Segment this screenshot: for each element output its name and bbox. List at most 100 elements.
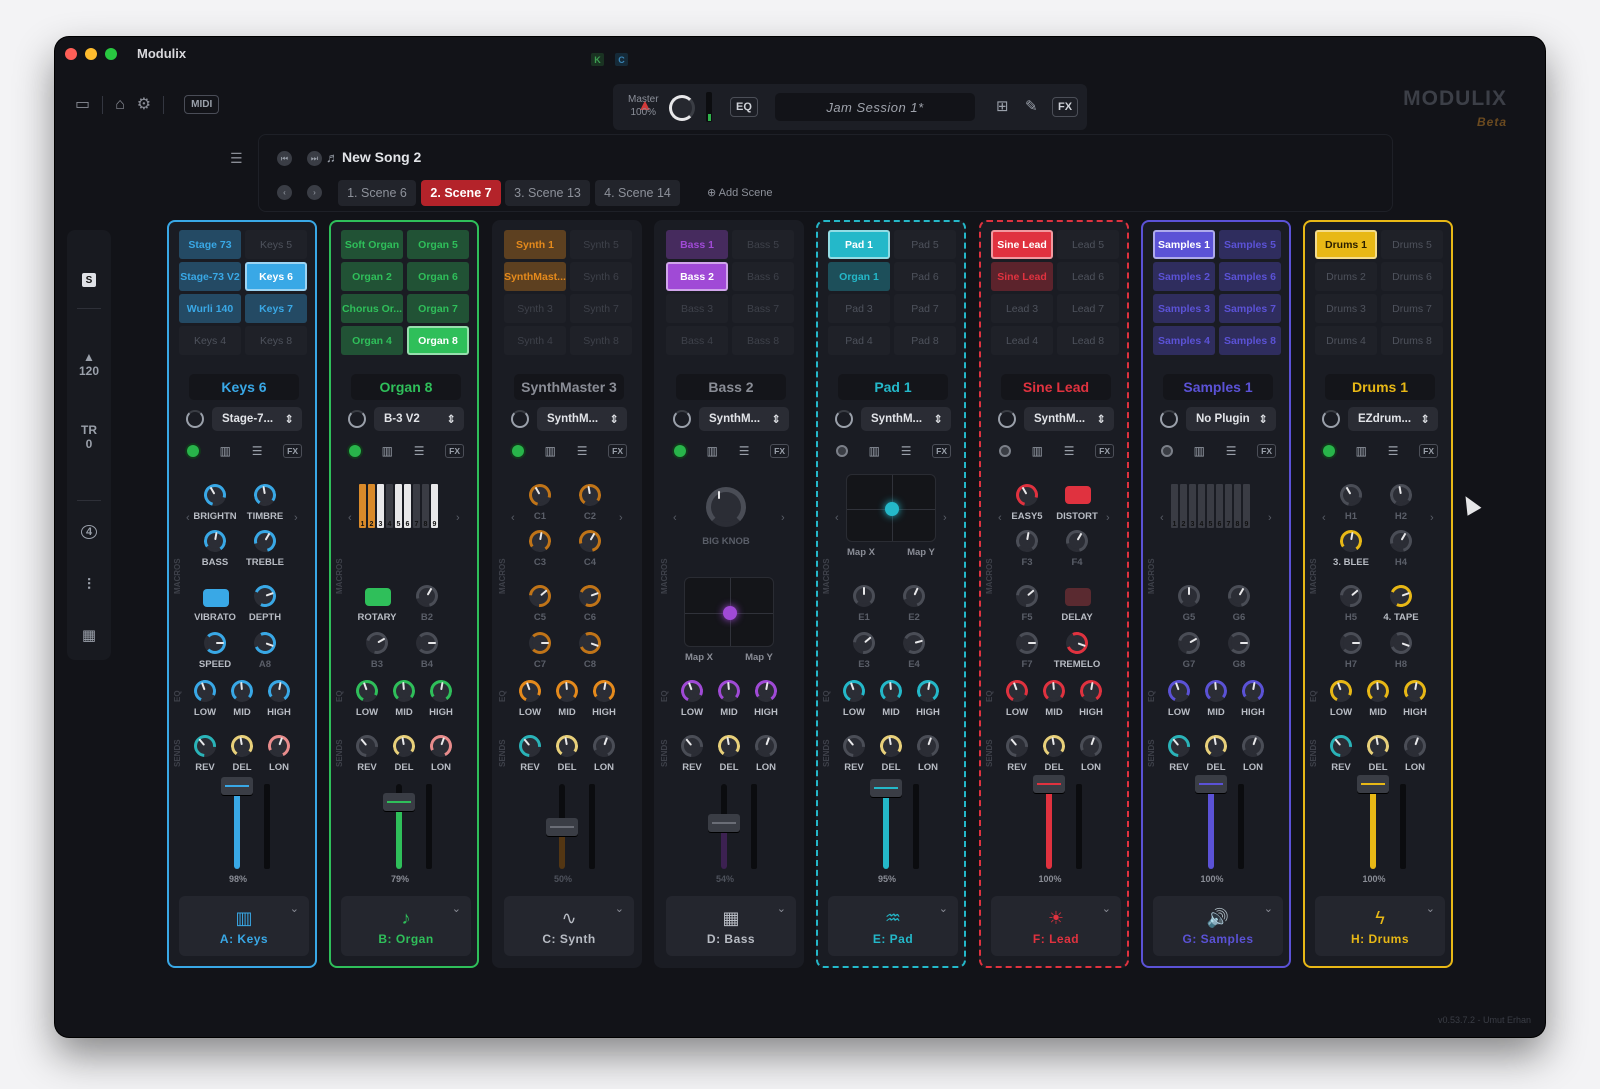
mixer-sliders-icon[interactable]: ⫶ [67, 576, 111, 593]
clip-slot[interactable]: Keys 8 [245, 326, 307, 355]
send-knob[interactable] [589, 731, 619, 761]
channel-name[interactable]: Drums 1 [1325, 374, 1435, 400]
macro-knob[interactable] [1335, 479, 1367, 511]
plugin-select[interactable]: EZdrum... ⇕ [1348, 407, 1438, 431]
clip-slot[interactable]: Samples 5 [1219, 230, 1281, 259]
key[interactable]: 8 [1234, 484, 1241, 528]
send-knob[interactable] [554, 733, 580, 759]
scene-tab[interactable]: 3. Scene 13 [505, 180, 590, 206]
macro-knob[interactable] [1386, 628, 1416, 658]
clip-slot[interactable]: Bass 1 [666, 230, 728, 259]
fader-handle[interactable] [708, 814, 740, 833]
macro-knob[interactable] [1016, 632, 1038, 654]
clip-slot[interactable]: Keys 4 [179, 326, 241, 355]
rotary-toggle[interactable] [365, 588, 391, 606]
channel-fx-button[interactable]: FX [932, 444, 951, 458]
clip-slot[interactable]: Samples 2 [1153, 262, 1215, 291]
eq-knob[interactable] [190, 676, 220, 706]
plugin-select[interactable]: SynthM... ⇕ [1024, 407, 1114, 431]
clip-slot[interactable]: Samples 7 [1219, 294, 1281, 323]
power-icon[interactable] [674, 445, 686, 457]
clip-slot[interactable]: Bass 2 [666, 262, 728, 291]
chevron-down-icon[interactable]: ⌄ [1426, 902, 1435, 915]
key[interactable]: 1 [1171, 484, 1178, 528]
plugin-select[interactable]: SynthM... ⇕ [537, 407, 627, 431]
plugin-gain-knob[interactable] [835, 410, 853, 428]
settings-sliders-icon[interactable]: ☰ [577, 444, 588, 458]
plugin-gain-knob[interactable] [1322, 410, 1340, 428]
send-knob[interactable] [1076, 731, 1106, 761]
clip-slot[interactable]: Bass 3 [666, 294, 728, 323]
count-in-button[interactable]: 4 [67, 525, 111, 539]
channel-footer[interactable]: ϟ H: Drums ⌄ [1315, 896, 1445, 956]
session-name[interactable]: Jam Session 1* [775, 93, 975, 121]
channel-name[interactable]: Sine Lead [1001, 374, 1111, 400]
gear-icon[interactable]: ⚙ [137, 96, 151, 113]
mini-keyboard[interactable]: 123456789 [359, 484, 438, 528]
key[interactable]: 7 [1225, 484, 1232, 528]
clip-slot[interactable]: Lead 7 [1057, 294, 1119, 323]
send-knob[interactable] [1001, 730, 1033, 762]
channel-footer[interactable]: ♪ B: Organ ⌄ [341, 896, 471, 956]
macro-knob[interactable] [574, 525, 606, 557]
key[interactable]: 5 [1207, 484, 1214, 528]
macro-knob[interactable] [575, 581, 605, 611]
chevron-down-icon[interactable]: ⌄ [290, 902, 299, 915]
macro-knob[interactable] [577, 482, 603, 508]
eq-knob[interactable] [915, 678, 941, 704]
clip-slot[interactable]: Synth 1 [504, 230, 566, 259]
xy-handle[interactable] [885, 502, 899, 516]
clip-slot[interactable]: Pad 6 [894, 262, 956, 291]
key[interactable]: 9 [1243, 484, 1250, 528]
key[interactable]: 3 [1189, 484, 1196, 528]
prev-scene-icon[interactable]: ‹ [277, 185, 292, 200]
channel-name[interactable]: SynthMaster 3 [514, 374, 624, 400]
channel-footer[interactable]: ♒ E: Pad ⌄ [828, 896, 958, 956]
macro-knob[interactable] [524, 479, 556, 511]
clip-slot[interactable]: Synth 4 [504, 326, 566, 355]
chevron-down-icon[interactable]: ⌄ [1264, 902, 1273, 915]
eq-knob[interactable] [555, 679, 579, 703]
piano-icon[interactable]: ▥ [1032, 444, 1043, 458]
eq-knob[interactable] [1326, 676, 1356, 706]
send-knob[interactable] [189, 730, 221, 762]
scene-tab[interactable]: 2. Scene 7 [421, 180, 501, 206]
plugin-gain-knob[interactable] [511, 410, 529, 428]
clip-slot[interactable]: Samples 1 [1153, 230, 1215, 259]
macro-knob[interactable] [529, 632, 551, 654]
settings-sliders-icon[interactable]: ☰ [739, 444, 750, 458]
clip-slot[interactable]: Samples 6 [1219, 262, 1281, 291]
clip-slot[interactable]: Keys 5 [245, 230, 307, 259]
close-window-button[interactable] [65, 48, 77, 60]
song-list-icon[interactable]: ☰ [230, 150, 243, 167]
eq-knob[interactable] [1078, 678, 1104, 704]
clip-slot[interactable]: Chorus Or... [341, 294, 403, 323]
clip-slot[interactable]: Samples 3 [1153, 294, 1215, 323]
clip-slot[interactable]: Organ 5 [407, 230, 469, 259]
power-icon[interactable] [349, 445, 361, 457]
scene-tab[interactable]: 1. Scene 6 [338, 180, 416, 206]
key[interactable]: 7 [413, 484, 420, 528]
piano-icon[interactable]: ▥ [869, 444, 880, 458]
key[interactable]: 8 [422, 484, 429, 528]
macro-knob[interactable] [853, 585, 875, 607]
clip-slot[interactable]: Sine Lead [991, 262, 1053, 291]
macro-knob[interactable] [204, 632, 226, 654]
master-volume-knob[interactable] [669, 95, 695, 121]
eq-knob[interactable] [1366, 679, 1390, 703]
clip-slot[interactable]: Lead 6 [1057, 262, 1119, 291]
mini-keyboard[interactable]: 123456789 [1171, 484, 1250, 528]
key[interactable]: 4 [1198, 484, 1205, 528]
delay-toggle[interactable] [1065, 588, 1091, 606]
key[interactable]: 2 [1180, 484, 1187, 528]
clip-slot[interactable]: Drums 7 [1381, 294, 1443, 323]
key[interactable]: 3 [377, 484, 384, 528]
clip-slot[interactable]: Organ 1 [828, 262, 890, 291]
chevron-left-icon[interactable]: ‹ [1160, 512, 1164, 524]
piano-icon[interactable]: ▥ [1194, 444, 1205, 458]
macro-knob[interactable] [1178, 585, 1200, 607]
channel-name[interactable]: Organ 8 [351, 374, 461, 400]
macro-knob[interactable] [1061, 525, 1093, 557]
piano-icon[interactable]: ▥ [382, 444, 393, 458]
settings-sliders-icon[interactable]: ☰ [252, 444, 263, 458]
